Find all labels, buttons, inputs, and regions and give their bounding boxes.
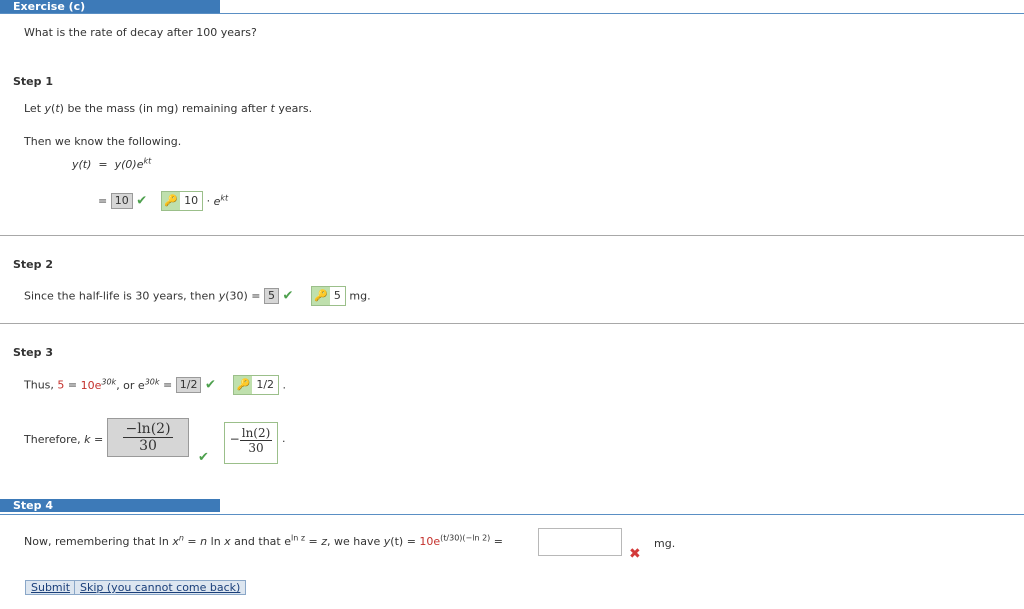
step2-label: Step 2 — [13, 258, 53, 271]
step1-answer-box: 10 — [110, 193, 133, 209]
step3-k-answer-box: −ln(2) 30 — [107, 418, 189, 457]
divider — [0, 235, 1024, 236]
step4-unit: mg. — [654, 537, 676, 550]
submit-button[interactable]: Submit — [25, 580, 77, 595]
step3-k-correct-box: − ln(2) 30 — [224, 422, 278, 464]
divider — [0, 323, 1024, 324]
step3-line1: Thus, 5 = 10e30k, or e30k = 1/2 ✔ 🔑 1/2 . — [24, 375, 286, 395]
key-icon: 🔑 — [162, 192, 181, 210]
step3-label: Step 3 — [13, 346, 53, 359]
step1-line2: = 10 ✔ 🔑 10 · ekt — [98, 191, 228, 211]
step4-tab-rule — [0, 514, 1024, 515]
check-icon: ✔ — [136, 193, 148, 209]
key-icon: 🔑 — [234, 376, 253, 394]
incorrect-x-icon: ✖ — [629, 546, 641, 562]
step1-label: Step 1 — [13, 75, 53, 88]
question-text: What is the rate of decay after 100 year… — [24, 26, 257, 39]
exercise-tab: Exercise (c) — [0, 0, 220, 13]
check-icon: ✔ — [282, 288, 294, 304]
step3-answer-box: 1/2 — [175, 377, 202, 393]
check-icon: ✔ — [204, 377, 216, 393]
key-icon: 🔑 — [311, 287, 330, 305]
step1-then: Then we know the following. — [24, 135, 182, 148]
step4-answer-input[interactable] — [538, 528, 622, 556]
step3-therefore: Therefore, k = — [24, 433, 104, 446]
step1-equation: y(t) = y(0)ekt — [72, 156, 152, 171]
step1-intro: Let y(t) be the mass (in mg) remaining a… — [24, 102, 313, 115]
step3-period: . — [282, 432, 286, 445]
step4-tab: Step 4 — [0, 499, 220, 512]
check-icon: ✔ — [198, 450, 209, 465]
step1-key-box: 🔑 10 — [161, 191, 204, 211]
exercise-tab-rule — [0, 13, 1024, 14]
skip-button[interactable]: Skip (you cannot come back) — [74, 580, 247, 595]
step4-text: Now, remembering that ln xn = n ln x and… — [24, 533, 504, 548]
step2-key-box: 🔑 5 — [310, 286, 346, 306]
step2-text: Since the half-life is 30 years, then y(… — [24, 286, 371, 306]
step3-key-box: 🔑 1/2 — [233, 375, 280, 395]
step2-answer-box: 5 — [264, 288, 280, 304]
